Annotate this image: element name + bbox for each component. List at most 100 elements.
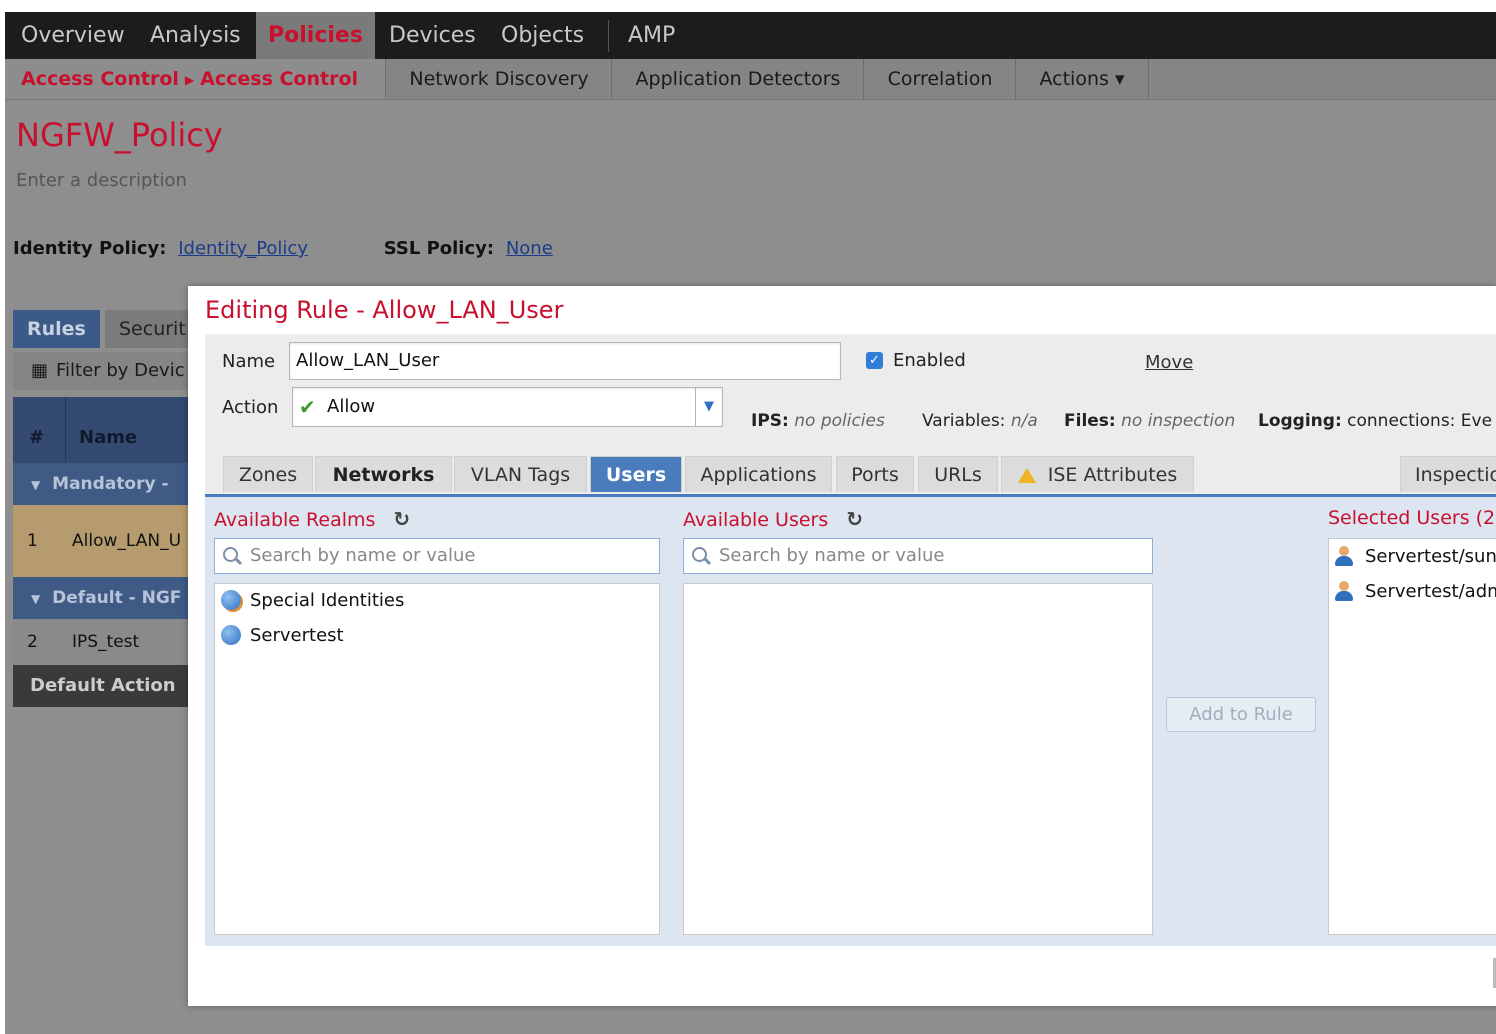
files-label: Files: [1064,411,1116,431]
editing-rule-dialog: Editing Rule - Allow_LAN_User Name Allow… [188,286,1496,1006]
tab-networks[interactable]: Networks [315,456,452,492]
user-icon [1335,546,1353,566]
files-value[interactable]: no inspection [1121,411,1235,431]
realms-search-input[interactable]: Search by name or value [214,538,660,574]
tab-rules[interactable]: Rules [13,310,100,348]
users-search-input[interactable]: Search by name or value [683,538,1153,574]
nav-analysis[interactable]: Analysis [150,12,241,59]
tab-zones[interactable]: Zones [223,456,313,492]
dialog-body: Name Allow_LAN_User ✓ Enabled Move Actio… [205,334,1496,946]
nav-policies[interactable]: Policies [256,12,375,59]
tab-ports[interactable]: Ports [836,456,914,492]
ssl-policy-label: SSL Policy: [383,238,495,259]
tab-inspection[interactable]: Inspectio [1400,456,1496,492]
nav-overview[interactable]: Overview [21,12,125,59]
action-label: Action [222,397,279,418]
policy-links: Identity Policy: Identity_Policy SSL Pol… [13,238,553,259]
user-icon [1335,581,1353,601]
logging-label: Logging: [1258,411,1342,431]
subnav-actions[interactable]: Actions ▾ [1015,59,1149,99]
available-users-list[interactable] [683,583,1153,935]
nav-devices[interactable]: Devices [389,12,476,59]
column-header-name: Name [79,427,138,448]
tab-urls[interactable]: URLs [918,456,998,492]
list-item[interactable]: Servertest/sun [1335,546,1496,567]
tab-ise-attributes[interactable]: ISE Attributes [1001,456,1194,492]
tab-vlan-tags[interactable]: VLAN Tags [454,456,587,492]
filter-by-device[interactable]: ▦ Filter by Devic [13,352,193,390]
selected-users-list: Servertest/sun Servertest/adm [1328,538,1496,935]
refresh-icon[interactable]: ↻ [846,507,863,531]
tab-users[interactable]: Users [590,456,682,492]
dialog-title: Editing Rule - Allow_LAN_User [205,296,564,324]
device-filter-icon: ▦ [31,360,49,381]
files-info: Files: no inspection [1064,411,1235,431]
page-title: NGFW_Policy [16,116,223,154]
tab-security-intelligence[interactable]: Securit [105,310,200,348]
rule-name: IPS_test [72,632,140,652]
identity-policy-label: Identity Policy: [13,238,167,259]
globe-icon [221,590,241,610]
ips-info: IPS: no policies [751,411,885,431]
name-label: Name [222,351,276,372]
variables-value[interactable]: n/a [1011,411,1038,431]
globe-icon [221,625,241,645]
rule-number: 1 [27,531,38,551]
ips-value[interactable]: no policies [794,411,885,431]
group-default[interactable]: ▼ Default - NGF [13,577,193,619]
move-link[interactable]: Move [1145,352,1193,373]
top-nav: Overview Analysis Policies Devices Objec… [5,12,1496,59]
rule-tabs: Zones Networks VLAN Tags Users Applicati… [205,456,1496,497]
policy-description[interactable]: Enter a description [16,170,187,191]
subnav-correlation[interactable]: Correlation [863,59,1016,99]
enabled-label: Enabled [893,350,966,371]
available-realms-title: Available Realms ↻ [214,507,410,531]
rule-name-input[interactable]: Allow_LAN_User [289,342,841,380]
breadcrumb-arrow-icon: ▶ [184,72,195,87]
filter-label: Filter by Devic [56,360,185,381]
enabled-checkbox[interactable]: ✓ [866,352,883,369]
add-to-rule-button[interactable]: Add to Rule [1166,697,1316,732]
table-header: # Name [13,397,193,463]
table-row[interactable]: 1 Allow_LAN_U [13,505,193,577]
collapse-icon: ▼ [31,478,41,492]
available-users-label: Available Users [683,509,829,531]
default-action-bar[interactable]: Default Action [13,665,193,707]
allow-check-icon: ✔ [299,395,316,419]
page: Overview Analysis Policies Devices Objec… [5,12,1496,1034]
logging-info: Logging: connections: Eve [1258,411,1492,431]
realm-name: Special Identities [250,590,405,611]
subnav-network-discovery[interactable]: Network Discovery [385,59,612,99]
list-item[interactable]: Special Identities [221,590,404,611]
logging-value[interactable]: connections: Eve [1347,411,1492,431]
table-row[interactable]: 2 IPS_test [13,619,193,665]
ssl-policy-link[interactable]: None [506,238,553,259]
list-item[interactable]: Servertest [221,625,344,646]
available-users-title: Available Users ↻ [683,507,863,531]
nav-objects[interactable]: Objects [501,12,584,59]
breadcrumb: Access Control ▶ Access Control [21,59,358,99]
user-name: Servertest/sun [1365,546,1496,567]
tab-applications[interactable]: Applications [685,456,832,492]
breadcrumb-item[interactable]: Access Control [21,68,179,90]
refresh-icon[interactable]: ↻ [393,507,410,531]
group-mandatory[interactable]: ▼ Mandatory - [13,463,193,505]
list-item[interactable]: Servertest/adm [1335,581,1496,602]
action-value: Allow [327,396,376,417]
rules-tabs: Rules Securit [13,310,200,348]
subnav-application-detectors[interactable]: Application Detectors [611,59,864,99]
nav-amp[interactable]: AMP [628,12,675,59]
action-select[interactable]: ✔ Allow ▼ [292,387,723,427]
rule-number: 2 [27,632,38,652]
breadcrumb-item[interactable]: Access Control [200,68,358,90]
identity-policy-link[interactable]: Identity_Policy [178,238,308,259]
selected-users-title: Selected Users (2 [1328,507,1496,529]
realm-name: Servertest [250,625,344,646]
column-header-number: # [29,427,45,448]
chevron-down-icon[interactable]: ▼ [695,388,722,426]
search-icon [223,547,238,562]
user-name: Servertest/adm [1365,581,1496,602]
warning-icon [1017,468,1036,483]
realms-list: Special Identities Servertest [214,583,660,935]
rules-table: # Name ▼ Mandatory - 1 Allow_LAN_U ▼ Def… [13,397,193,707]
